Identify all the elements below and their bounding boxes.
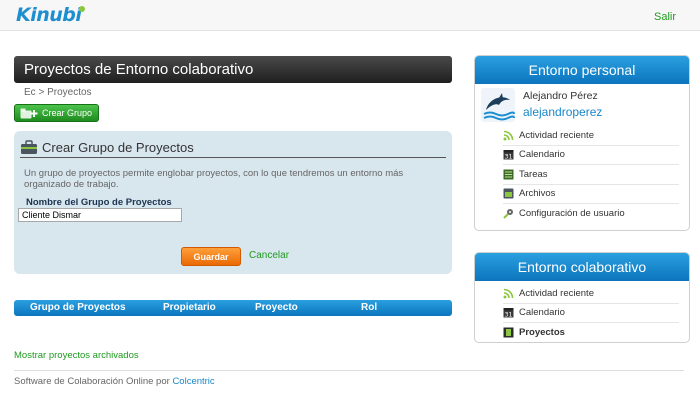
logo-dot — [79, 6, 86, 12]
footer: Software de Colaboración Online por Colc… — [14, 376, 215, 387]
dolphin-avatar-icon — [483, 93, 515, 121]
create-group-header: Crear Grupo de Proyectos — [20, 137, 446, 158]
collab-item-label: Calendario — [519, 307, 565, 319]
collab-item-projects[interactable]: Proyectos — [503, 323, 679, 342]
svg-text:31: 31 — [505, 154, 513, 161]
footer-text: Software de Colaboración Online por — [14, 376, 173, 387]
save-button[interactable]: Guardar — [181, 247, 241, 266]
personal-item-tasks[interactable]: Tareas — [503, 165, 679, 185]
column-header-owner[interactable]: Propietario — [163, 302, 216, 313]
tasks-icon — [503, 169, 514, 180]
rss-icon — [503, 130, 514, 141]
collab-panel: Entorno colaborativo Actividad reciente … — [474, 252, 690, 343]
logo-text: Kinubi — [16, 4, 82, 26]
group-name-label: Nombre del Grupo de Proyectos — [26, 197, 172, 208]
create-group-description: Un grupo de proyectos permite englobar p… — [24, 168, 404, 190]
logout-link[interactable]: Salir — [654, 11, 676, 23]
username-link[interactable]: alejandroperez — [523, 105, 602, 119]
personal-item-label: Configuración de usuario — [519, 208, 625, 220]
settings-icon — [503, 209, 513, 219]
cancel-link[interactable]: Cancelar — [249, 250, 289, 261]
collab-item-activity[interactable]: Actividad reciente — [503, 284, 679, 304]
personal-item-label: Actividad reciente — [519, 129, 594, 141]
create-group-panel: Crear Grupo de Proyectos Un grupo de pro… — [14, 131, 452, 274]
create-group-title: Crear Grupo de Proyectos — [42, 139, 194, 155]
personal-menu: Actividad reciente 31 Calendario Tareas … — [503, 126, 679, 224]
svg-text:31: 31 — [505, 312, 513, 319]
kinubi-logo[interactable]: Kinubi — [16, 4, 87, 26]
briefcase-icon — [21, 139, 37, 154]
collab-menu: Actividad reciente 31 Calendario Proyect… — [503, 284, 679, 342]
files-icon — [503, 188, 514, 199]
user-full-name: Alejandro Pérez — [523, 90, 598, 102]
personal-item-label: Tareas — [519, 168, 548, 180]
user-profile: Alejandro Pérez alejandroperez — [475, 84, 689, 126]
personal-item-settings[interactable]: Configuración de usuario — [503, 204, 679, 224]
collab-item-label: Proyectos — [519, 327, 565, 339]
projects-table-header: Grupo de Proyectos Propietario Proyecto … — [14, 300, 452, 316]
create-group-label: Crear Grupo — [42, 108, 93, 118]
calendar-icon: 31 — [503, 150, 514, 161]
collab-item-calendar[interactable]: 31 Calendario — [503, 304, 679, 323]
rss-icon — [503, 288, 514, 299]
show-archived-link[interactable]: Mostrar proyectos archivados — [14, 350, 139, 361]
column-header-role[interactable]: Rol — [361, 302, 377, 313]
column-header-group[interactable]: Grupo de Proyectos — [30, 302, 126, 313]
personal-panel-title: Entorno personal — [475, 56, 689, 84]
calendar-icon: 31 — [503, 308, 514, 319]
top-bar: Kinubi Salir — [0, 0, 700, 31]
projects-icon — [503, 327, 514, 338]
footer-divider — [14, 370, 684, 371]
colcentric-link[interactable]: Colcentric — [172, 376, 214, 387]
breadcrumb[interactable]: Ec > Proyectos — [24, 87, 92, 98]
personal-item-activity[interactable]: Actividad reciente — [503, 126, 679, 146]
personal-item-files[interactable]: Archivos — [503, 185, 679, 204]
collab-panel-title: Entorno colaborativo — [475, 253, 689, 281]
collab-item-label: Actividad reciente — [519, 287, 594, 299]
column-header-project[interactable]: Proyecto — [255, 302, 298, 313]
page-title: Proyectos de Entorno colaborativo — [14, 56, 452, 83]
add-folder-icon — [20, 108, 38, 118]
personal-panel: Entorno personal Alejandro Pérez alejand… — [474, 55, 690, 231]
personal-item-calendar[interactable]: 31 Calendario — [503, 146, 679, 165]
create-group-button[interactable]: Crear Grupo — [14, 104, 99, 122]
avatar[interactable] — [481, 88, 515, 122]
group-name-input[interactable] — [18, 208, 182, 222]
personal-item-label: Archivos — [519, 188, 556, 200]
personal-item-label: Calendario — [519, 149, 565, 161]
